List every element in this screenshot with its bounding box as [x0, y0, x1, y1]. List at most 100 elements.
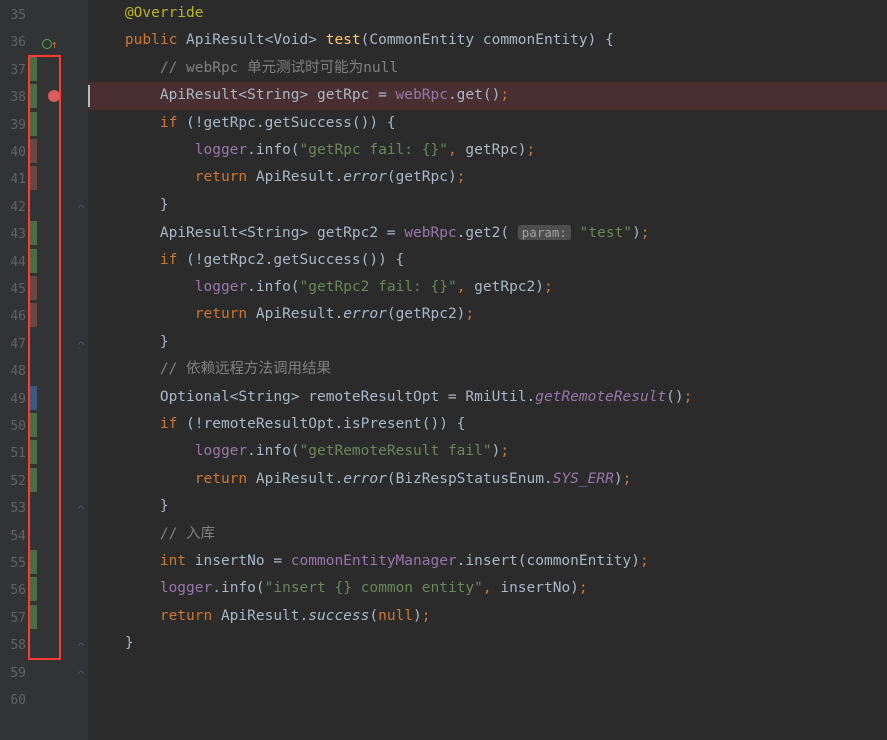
token: ApiResult<String> getRpc2 =: [90, 225, 404, 241]
line-number: 53: [2, 495, 26, 522]
token: [90, 526, 160, 542]
code-editor: 3536373839404142434445464748495051525354…: [0, 0, 887, 740]
code-line[interactable]: if (!getRpc.getSuccess()) {: [88, 110, 887, 137]
line-number: 56: [2, 577, 26, 604]
code-line[interactable]: ApiResult<String> getRpc = webRpc.get();: [88, 82, 887, 109]
fold-toggle-icon[interactable]: ⌵: [76, 660, 86, 687]
token: error: [343, 471, 387, 487]
token: if: [160, 252, 186, 268]
code-line[interactable]: logger.info("getRemoteResult fail");: [88, 438, 887, 465]
code-line[interactable]: if (!getRpc2.getSuccess()) {: [88, 247, 887, 274]
diff-marker-red[interactable]: [29, 166, 37, 190]
code-line[interactable]: [88, 658, 887, 685]
fold-toggle-icon[interactable]: ⌵: [76, 632, 86, 659]
code-line[interactable]: return ApiResult.error(BizRespStatusEnum…: [88, 466, 887, 493]
breakpoint-icon[interactable]: [48, 90, 60, 102]
diff-marker-red[interactable]: [29, 276, 37, 300]
code-line[interactable]: return ApiResult.error(getRpc);: [88, 164, 887, 191]
code-line[interactable]: }: [88, 493, 887, 520]
token: getRpc2): [474, 279, 544, 295]
token: ): [614, 471, 623, 487]
line-number: 50: [2, 413, 26, 440]
code-line[interactable]: int insertNo = commonEntityManager.inser…: [88, 548, 887, 575]
line-number: 42: [2, 194, 26, 221]
token: ;: [500, 87, 509, 103]
code-line[interactable]: return ApiResult.success(null);: [88, 603, 887, 630]
token: ;: [641, 225, 650, 241]
code-line[interactable]: // 依赖远程方法调用结果: [88, 356, 887, 383]
code-line[interactable]: logger.info("insert {} common entity", i…: [88, 575, 887, 602]
token: [90, 32, 125, 48]
code-line[interactable]: }: [88, 630, 887, 657]
code-line[interactable]: return ApiResult.error(getRpc2);: [88, 301, 887, 328]
code-line[interactable]: public ApiResult<Void> test(CommonEntity…: [88, 27, 887, 54]
token: "insert {} common entity": [265, 580, 483, 596]
line-number: 40: [2, 139, 26, 166]
code-line[interactable]: Optional<String> remoteResultOpt = RmiUt…: [88, 384, 887, 411]
diff-marker-green[interactable]: [29, 605, 37, 629]
token: [90, 361, 160, 377]
fold-toggle-icon[interactable]: ⌵: [76, 194, 86, 221]
token: logger: [195, 279, 247, 295]
diff-marker-green[interactable]: [29, 112, 37, 136]
line-number: 55: [2, 550, 26, 577]
line-number: 58: [2, 632, 26, 659]
line-number: 54: [2, 523, 26, 550]
code-line[interactable]: @Override: [88, 0, 887, 27]
line-number: 57: [2, 605, 26, 632]
fold-toggle-icon[interactable]: ⌵: [76, 495, 86, 522]
diff-marker-red[interactable]: [29, 139, 37, 163]
token: error: [343, 169, 387, 185]
code-line[interactable]: ApiResult<String> getRpc2 = webRpc.get2(…: [88, 219, 887, 246]
diff-marker-green[interactable]: [29, 221, 37, 245]
token: [90, 279, 195, 295]
code-line[interactable]: if (!remoteResultOpt.isPresent()) {: [88, 411, 887, 438]
token: }: [90, 498, 169, 514]
caret: [88, 85, 90, 107]
diff-marker-green[interactable]: [29, 249, 37, 273]
diff-marker-green[interactable]: [29, 577, 37, 601]
gutter[interactable]: 3536373839404142434445464748495051525354…: [0, 0, 88, 740]
code-line[interactable]: logger.info("getRpc2 fail: {}", getRpc2)…: [88, 274, 887, 301]
token: ApiResult<Void>: [186, 32, 326, 48]
code-line[interactable]: // 入库: [88, 521, 887, 548]
token: ApiResult.: [256, 306, 343, 322]
code-line[interactable]: }: [88, 192, 887, 219]
token: [90, 553, 160, 569]
diff-marker-green[interactable]: [29, 550, 37, 574]
line-number: 59: [2, 660, 26, 687]
line-number: 52: [2, 468, 26, 495]
token: [90, 60, 160, 76]
token: [90, 608, 160, 624]
code-line[interactable]: }: [88, 329, 887, 356]
token: [90, 471, 195, 487]
line-number: 44: [2, 249, 26, 276]
token: int: [160, 553, 195, 569]
token: SYS_ERR: [553, 471, 614, 487]
token: if: [160, 115, 186, 131]
line-number: 39: [2, 112, 26, 139]
token: webRpc: [404, 225, 456, 241]
override-icon[interactable]: ↑: [42, 31, 59, 58]
diff-marker-red[interactable]: [29, 303, 37, 327]
token: .get2(: [457, 225, 518, 241]
token: getRemoteResult: [535, 389, 666, 405]
line-number: 49: [2, 386, 26, 413]
code-line[interactable]: // webRpc 单元测试时可能为null: [88, 55, 887, 82]
code-line[interactable]: [88, 685, 887, 712]
diff-marker-green[interactable]: [29, 468, 37, 492]
token: ;: [527, 142, 536, 158]
token: [90, 142, 195, 158]
diff-marker-green[interactable]: [29, 440, 37, 464]
token: (getRpc): [387, 169, 457, 185]
diff-marker-green[interactable]: [29, 84, 37, 108]
diff-marker-green[interactable]: [29, 57, 37, 81]
code-area[interactable]: @Override public ApiResult<Void> test(Co…: [88, 0, 887, 740]
fold-toggle-icon[interactable]: ⌵: [76, 331, 86, 358]
token: .info(: [247, 279, 299, 295]
diff-marker-green[interactable]: [29, 413, 37, 437]
line-number: 46: [2, 303, 26, 330]
line-number: 41: [2, 166, 26, 193]
code-line[interactable]: logger.info("getRpc fail: {}", getRpc);: [88, 137, 887, 164]
diff-marker-blue[interactable]: [29, 386, 37, 410]
